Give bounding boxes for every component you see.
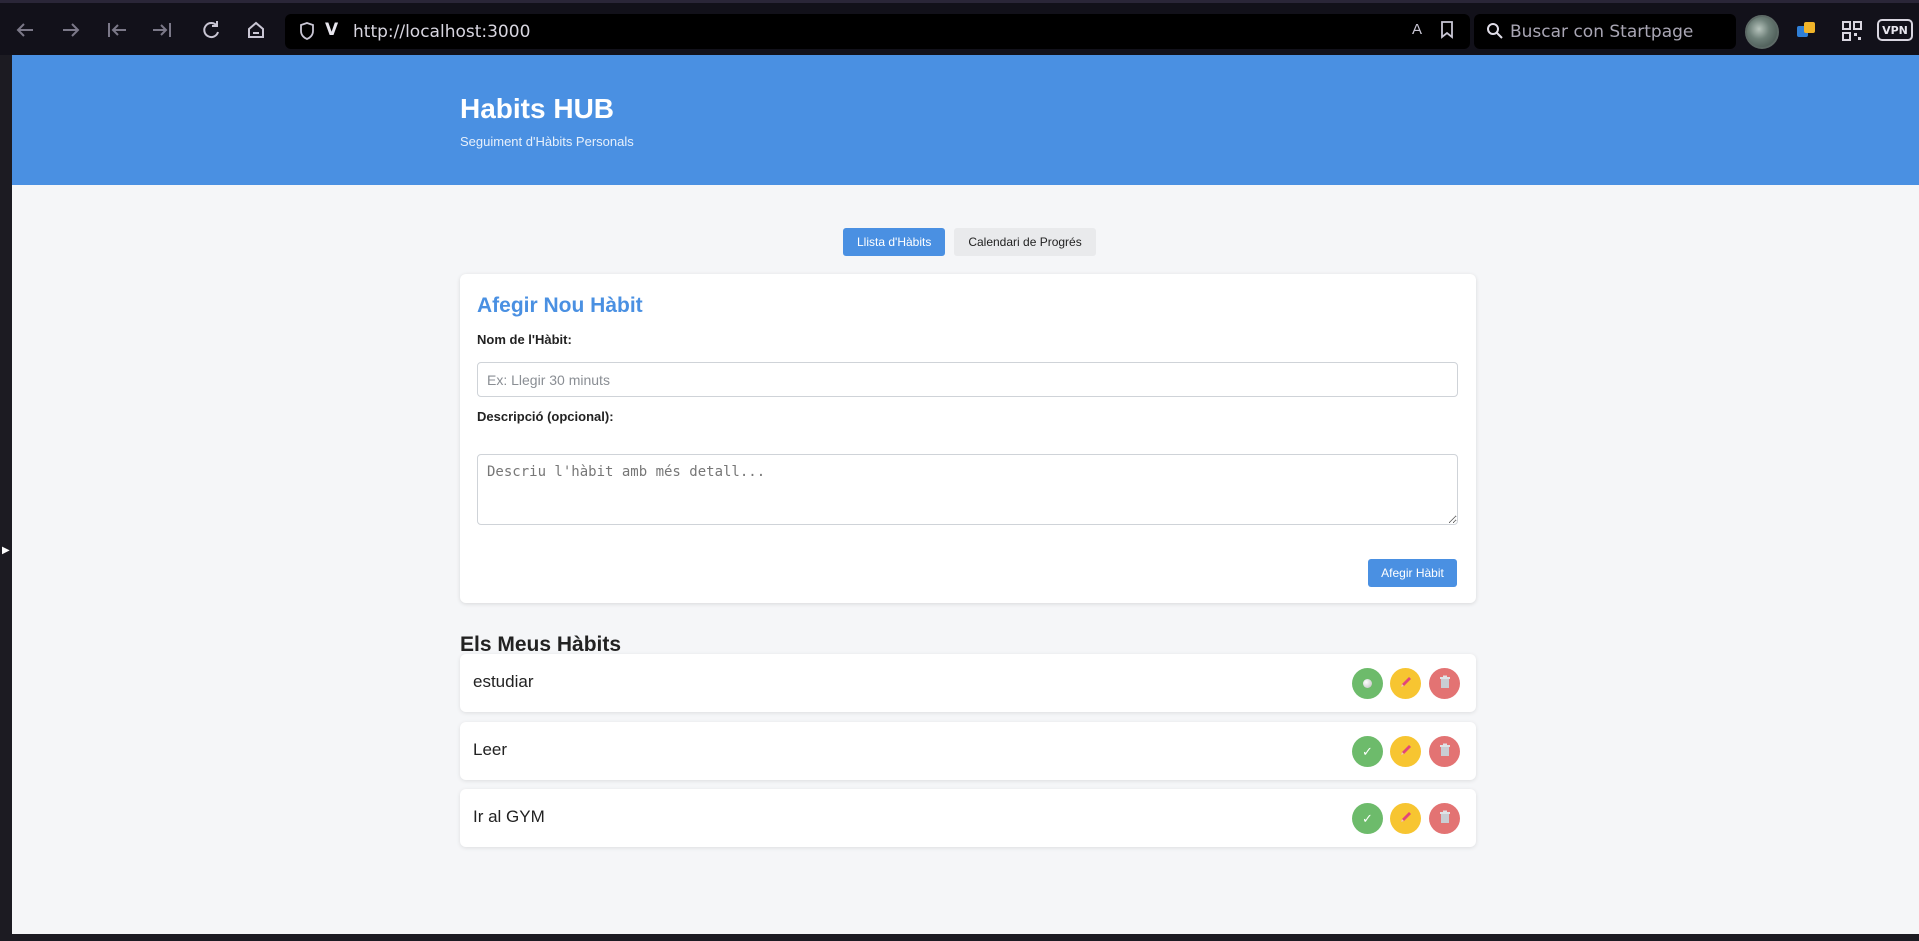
edit-button[interactable] <box>1390 668 1421 699</box>
bottom-strip <box>0 934 1919 941</box>
search-icon <box>1486 22 1504 45</box>
vivaldi-logo-icon: V <box>325 20 339 40</box>
add-habit-form: Afegir Nou Hàbit Nom de l'Hàbit: Descrip… <box>460 274 1476 603</box>
search-bar[interactable]: Buscar con Startpage <box>1474 14 1736 49</box>
habit-description-input[interactable] <box>477 454 1458 525</box>
delete-button[interactable] <box>1429 803 1460 834</box>
habit-name: Ir al GYM <box>473 807 545 826</box>
dot-icon <box>1363 679 1372 688</box>
address-bar[interactable]: V http://localhost:3000 A <box>285 14 1470 49</box>
profile-avatar[interactable] <box>1745 15 1779 49</box>
tab-habit-list[interactable]: Llista d'Hàbits <box>843 228 946 256</box>
side-panel-strip: ▶ <box>0 55 12 941</box>
rewind-icon[interactable] <box>102 15 132 45</box>
app-title: Habits HUB <box>460 93 615 124</box>
shield-icon[interactable] <box>299 22 315 45</box>
url-text[interactable]: http://localhost:3000 <box>353 22 530 42</box>
pencil-icon <box>1399 675 1413 692</box>
edit-button[interactable] <box>1390 736 1421 767</box>
app-subtitle: Seguiment d'Hàbits Personals <box>460 134 634 149</box>
habit-description-label: Descripció (opcional): <box>477 409 614 424</box>
habit-row: estudiar <box>460 654 1476 712</box>
delete-button[interactable] <box>1429 736 1460 767</box>
trash-icon <box>1439 675 1451 692</box>
habit-name-input[interactable] <box>477 362 1458 397</box>
habit-name: estudiar <box>473 672 534 691</box>
tab-bar: Llista d'Hàbits Calendari de Progrés <box>843 228 1096 256</box>
pencil-icon <box>1399 810 1413 827</box>
qr-code-icon[interactable] <box>1841 20 1863 42</box>
vpn-button[interactable]: VPN <box>1877 19 1913 41</box>
delete-button[interactable] <box>1429 668 1460 699</box>
habit-name-label: Nom de l'Hàbit: <box>477 332 572 347</box>
panel-toggle-icon[interactable]: ▶ <box>2 545 10 556</box>
check-icon: ✓ <box>1362 743 1373 759</box>
tab-progress-calendar[interactable]: Calendari de Progrés <box>954 228 1096 256</box>
check-icon: ✓ <box>1362 810 1373 826</box>
fast-forward-icon[interactable] <box>147 15 177 45</box>
form-title: Afegir Nou Hàbit <box>477 294 643 317</box>
add-habit-button[interactable]: Afegir Hàbit <box>1368 559 1457 587</box>
search-placeholder[interactable]: Buscar con Startpage <box>1510 22 1693 42</box>
complete-button[interactable] <box>1352 668 1383 699</box>
reload-icon[interactable] <box>196 15 226 45</box>
complete-button[interactable]: ✓ <box>1352 736 1383 767</box>
browser-toolbar: V http://localhost:3000 A Buscar con Sta… <box>0 0 1919 55</box>
complete-button[interactable]: ✓ <box>1352 803 1383 834</box>
bookmark-icon[interactable] <box>1440 21 1454 44</box>
habit-row: Ir al GYM ✓ <box>460 789 1476 847</box>
habit-row: Leer ✓ <box>460 722 1476 780</box>
translate-icon[interactable]: A <box>1412 21 1422 38</box>
forward-icon[interactable] <box>56 15 86 45</box>
trash-icon <box>1439 810 1451 827</box>
page: Habits HUB Seguiment d'Hàbits Personals … <box>12 55 1919 934</box>
home-icon[interactable] <box>241 15 271 45</box>
extension-icon[interactable] <box>1795 20 1817 42</box>
edit-button[interactable] <box>1390 803 1421 834</box>
trash-icon <box>1439 743 1451 760</box>
back-icon[interactable] <box>10 15 40 45</box>
app-header: Habits HUB Seguiment d'Hàbits Personals <box>12 55 1919 185</box>
pencil-icon <box>1399 743 1413 760</box>
habit-name: Leer <box>473 740 508 759</box>
